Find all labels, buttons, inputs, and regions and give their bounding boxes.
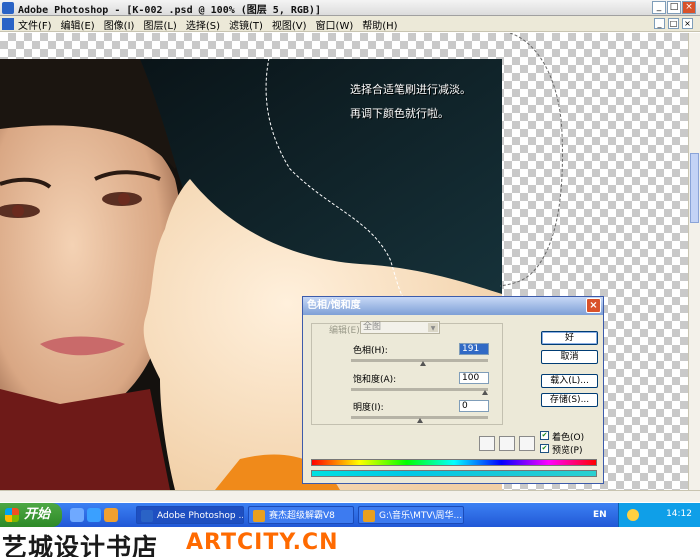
window-title: Adobe Photoshop - [K-002 .psd @ 100% (图层…	[18, 5, 321, 16]
hue-slider-handle[interactable]	[420, 361, 427, 366]
lightness-slider[interactable]	[351, 416, 488, 423]
cancel-button[interactable]: 取消	[541, 350, 598, 364]
menu-bar: 文件(F) 编辑(E) 图像(I) 图层(L) 选择(S) 滤镜(T) 视图(V…	[0, 16, 700, 32]
brand-english: ARTCITY.CN	[186, 530, 339, 555]
vertical-scrollbar[interactable]	[688, 33, 700, 490]
lightness-label: 明度(I):	[353, 403, 384, 413]
dialog-title-bar[interactable]: 色相/饱和度 ×	[303, 297, 603, 315]
hue-label: 色相(H):	[353, 346, 388, 356]
minimize-button[interactable]: _	[652, 1, 666, 14]
menu-help[interactable]: 帮助(H)	[362, 17, 397, 32]
lightness-slider-handle[interactable]	[416, 418, 423, 423]
preview-label: 预览(P)	[552, 446, 583, 456]
task-folder[interactable]: G:\音乐\MTV\周华...	[358, 506, 464, 524]
result-color-bar	[311, 470, 597, 477]
title-bar: Adobe Photoshop - [K-002 .psd @ 100% (图层…	[0, 0, 700, 16]
edit-range-value: 全图	[363, 322, 382, 332]
doc-minimize-button[interactable]: _	[654, 18, 665, 29]
task-photoshop-label: Adobe Photoshop ...	[157, 511, 244, 521]
system-tray: 14:12	[618, 503, 700, 527]
selection-marquee-tail	[500, 33, 563, 287]
saturation-label: 饱和度(A):	[353, 375, 397, 385]
photoshop-task-icon	[141, 510, 153, 522]
close-button[interactable]: ×	[682, 1, 696, 14]
menu-view[interactable]: 视图(V)	[272, 17, 307, 32]
hue-saturation-dialog: 色相/饱和度 × 编辑(E): 全图 ▼ 色相(H): 191 饱和度(A): …	[302, 296, 604, 484]
lightness-input[interactable]: 0	[459, 400, 489, 412]
load-button[interactable]: 载入(L)...	[541, 374, 598, 388]
saturation-slider-handle[interactable]	[482, 390, 488, 395]
menu-image[interactable]: 图像(I)	[104, 17, 135, 32]
task-photoshop[interactable]: Adobe Photoshop ...	[136, 506, 244, 524]
save-button[interactable]: 存储(S)...	[541, 393, 598, 407]
eyedropper-plus-icon[interactable]	[499, 436, 515, 451]
caption-line-1: 选择合适笔刷进行减淡。	[350, 83, 471, 96]
menu-window[interactable]: 窗口(W)	[316, 17, 354, 32]
edit-label: 编辑(E):	[329, 326, 363, 336]
preview-checkbox[interactable]: ✔	[540, 444, 549, 453]
ok-button[interactable]: 好	[541, 331, 598, 345]
menu-filter[interactable]: 滤镜(T)	[229, 17, 263, 32]
doc-restore-button[interactable]: □	[668, 18, 679, 29]
colorize-label: 着色(O)	[552, 433, 585, 443]
colorize-checkbox[interactable]: ✔	[540, 431, 549, 440]
dialog-close-button[interactable]: ×	[586, 298, 601, 313]
hue-input[interactable]: 191	[459, 343, 489, 355]
menu-select[interactable]: 选择(S)	[186, 17, 220, 32]
saturation-slider[interactable]	[351, 388, 488, 395]
tray-status-icon[interactable]	[627, 509, 639, 521]
windows-logo-icon	[5, 508, 19, 522]
chevron-down-icon: ▼	[428, 323, 438, 332]
hue-slider[interactable]	[351, 359, 488, 366]
menu-file[interactable]: 文件(F)	[18, 17, 52, 32]
eyedropper-icon[interactable]	[479, 436, 495, 451]
start-label: 开始	[24, 507, 51, 522]
media-player-icon[interactable]	[104, 508, 118, 522]
maximize-button[interactable]: □	[667, 1, 681, 14]
dialog-title: 色相/饱和度	[307, 300, 361, 311]
doc-close-button[interactable]: ×	[682, 18, 693, 29]
watermark-bar: 艺城设计书店 ARTCITY.CN	[0, 527, 700, 557]
start-button[interactable]: 开始	[0, 503, 62, 527]
eyedropper-minus-icon[interactable]	[519, 436, 535, 451]
saturation-input[interactable]: 100	[459, 372, 489, 384]
language-indicator[interactable]: EN	[593, 510, 607, 520]
brand-chinese: 艺城设计书店	[2, 533, 159, 557]
taskbar: 开始 Adobe Photoshop ... 赛杰超级解霸V8 G:\音乐\MT…	[0, 503, 700, 527]
internet-explorer-icon[interactable]	[87, 508, 101, 522]
folder-task-icon	[363, 510, 375, 522]
caption-line-2: 再调下颜色就行啦。	[350, 107, 449, 120]
media-player-task-icon	[253, 510, 265, 522]
task-media-player-label: 赛杰超级解霸V8	[269, 511, 335, 521]
show-desktop-icon[interactable]	[70, 508, 84, 522]
horizontal-scrollbar[interactable]	[0, 490, 700, 502]
vertical-scroll-thumb[interactable]	[690, 153, 699, 223]
clock[interactable]: 14:12	[666, 509, 692, 519]
menu-edit[interactable]: 编辑(E)	[61, 17, 95, 32]
photoshop-app-icon	[2, 2, 14, 14]
task-media-player[interactable]: 赛杰超级解霸V8	[248, 506, 354, 524]
menu-layer[interactable]: 图层(L)	[143, 17, 176, 32]
task-folder-label: G:\音乐\MTV\周华...	[379, 511, 463, 521]
edit-range-select[interactable]: 全图 ▼	[360, 321, 440, 334]
document-icon[interactable]	[2, 18, 14, 30]
source-color-bar	[311, 459, 597, 466]
